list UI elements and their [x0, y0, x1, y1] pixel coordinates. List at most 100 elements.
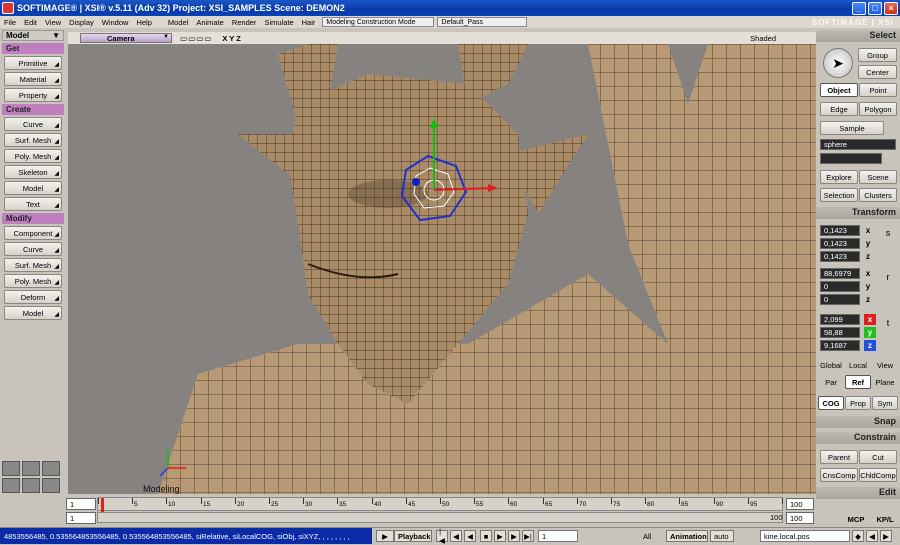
center-button[interactable]: Center	[858, 65, 897, 79]
prev-frame-icon[interactable]: ◀	[450, 530, 462, 542]
plane-button[interactable]: Plane	[872, 375, 898, 389]
next-key-icon[interactable]: ▶	[880, 530, 892, 542]
point-mode-button[interactable]: Point	[859, 83, 897, 97]
minimize-button[interactable]: _	[852, 1, 866, 15]
global-button[interactable]: Global	[818, 358, 844, 372]
play-icon[interactable]: ▶	[494, 530, 506, 542]
get-property-button[interactable]: Property ◢	[4, 88, 62, 102]
explore-button[interactable]: Explore	[820, 170, 858, 184]
timeline-track[interactable]	[97, 512, 783, 523]
menu-render[interactable]: Render	[228, 18, 261, 27]
select-arrow-icon[interactable]: ➤	[823, 48, 853, 78]
cut-button[interactable]: Cut	[859, 450, 897, 464]
create-surf-mesh-button[interactable]: Surf. Mesh ◢	[4, 133, 62, 147]
menu-window[interactable]: Window	[98, 18, 133, 27]
scale-x-field[interactable]: 0,1423	[820, 225, 860, 236]
modify-component-button[interactable]: Component ◢	[4, 226, 62, 240]
maximize-button[interactable]: □	[868, 1, 882, 15]
rotate-z-field[interactable]: 0	[820, 294, 860, 305]
rotate-x-field[interactable]: 88,6979	[820, 268, 860, 279]
polygon-mode-button[interactable]: Polygon	[859, 102, 897, 116]
all-label[interactable]: All	[640, 530, 664, 542]
display-mode-dropdown[interactable]: Shaded	[750, 34, 776, 43]
translate-z-field[interactable]: 9,1687	[820, 340, 860, 351]
construction-mode-dropdown[interactable]: Modeling Construction Mode	[322, 17, 435, 27]
next-frame-icon[interactable]: ▶	[508, 530, 520, 542]
section-modify[interactable]: Modify	[2, 213, 64, 224]
timeline-ruler[interactable]: 15101520253035404550556065707580859095	[97, 497, 783, 512]
modify-surf-mesh-button[interactable]: Surf. Mesh ◢	[4, 258, 62, 272]
selection-name-field[interactable]: sphere	[820, 139, 896, 150]
create-skeleton-button[interactable]: Skeleton ◢	[4, 165, 62, 179]
rotate-icon[interactable]: r	[882, 272, 894, 302]
modify-poly-mesh-button[interactable]: Poly. Mesh ◢	[4, 274, 62, 288]
filter-field[interactable]	[820, 153, 882, 164]
animation-button[interactable]: Animation	[666, 530, 708, 542]
view-toggles[interactable]: ▭▭▭▭	[180, 34, 212, 43]
translate-x-field[interactable]: 2,099	[820, 314, 860, 325]
ref-button[interactable]: Ref	[845, 375, 871, 389]
cnscomp-button[interactable]: CnsComp	[820, 468, 858, 482]
clusters-button[interactable]: Clusters	[859, 188, 897, 202]
stop-icon[interactable]: ■	[480, 530, 492, 542]
viewport-3d[interactable]: Modeling	[68, 44, 816, 494]
translate-x-toggle[interactable]: x	[864, 314, 876, 325]
camera-dropdown[interactable]: Camera	[80, 33, 172, 43]
create-text-button[interactable]: Text ◢	[4, 197, 62, 211]
menu-hair[interactable]: Hair	[298, 18, 320, 27]
create-curve-button[interactable]: Curve ◢	[4, 117, 62, 131]
first-frame-icon[interactable]: |◀	[436, 527, 448, 545]
timeline-end2-field[interactable]: 100	[786, 512, 814, 524]
parent-button[interactable]: Parent	[820, 450, 858, 464]
translate-z-toggle[interactable]: z	[864, 340, 876, 351]
play-back-icon[interactable]: ◀	[464, 530, 476, 542]
selection-button[interactable]: Selection	[820, 188, 858, 202]
keyable-param-field[interactable]: kine.local.pos	[760, 530, 850, 542]
scale-y-field[interactable]: 0,1423	[820, 238, 860, 249]
scene-button[interactable]: Scene	[859, 170, 897, 184]
key-icon[interactable]: ◆	[852, 530, 864, 542]
current-frame-marker[interactable]	[101, 498, 104, 512]
kpl-tab[interactable]: KP/L	[871, 512, 899, 526]
mcp-tab[interactable]: MCP	[842, 512, 870, 526]
get-material-button[interactable]: Material ◢	[4, 72, 62, 86]
sample-mode-button[interactable]: Sample	[820, 121, 884, 135]
chldcomp-button[interactable]: ChldComp	[859, 468, 897, 482]
select-section-header[interactable]: Select	[816, 30, 900, 42]
translate-y-toggle[interactable]: y	[864, 327, 876, 338]
menu-view[interactable]: View	[41, 18, 65, 27]
timeline-start-field[interactable]: 1	[66, 498, 96, 510]
menu-model[interactable]: Model	[164, 18, 192, 27]
view-button[interactable]: View	[872, 358, 898, 372]
transform-section-header[interactable]: Transform	[816, 207, 900, 219]
pass-dropdown[interactable]: Default_Pass	[437, 17, 528, 27]
autokey-button[interactable]: auto	[710, 530, 734, 542]
camera-icon[interactable]	[22, 478, 40, 493]
module-selector[interactable]: Model ▼	[2, 30, 64, 41]
render-icon[interactable]	[2, 478, 20, 493]
scale-y-label[interactable]: y	[862, 238, 874, 249]
menu-help[interactable]: Help	[132, 18, 155, 27]
scale-icon[interactable]: s	[882, 228, 894, 258]
prev-key-icon[interactable]: ◀	[866, 530, 878, 542]
modify-deform-button[interactable]: Deform ◢	[4, 290, 62, 304]
snap-section-header[interactable]: Snap	[816, 416, 900, 428]
rotate-y-label[interactable]: y	[862, 281, 874, 292]
get-primitive-button[interactable]: Primitive ◢	[4, 56, 62, 70]
translate-y-field[interactable]: 58,88	[820, 327, 860, 338]
rotate-z-label[interactable]: z	[862, 294, 874, 305]
menu-display[interactable]: Display	[65, 18, 98, 27]
grid-icon[interactable]	[42, 478, 60, 493]
last-frame-icon[interactable]: ▶|	[522, 530, 534, 542]
command-line[interactable]: 4853556485, 0.535564853556485, 0.5355648…	[0, 528, 372, 544]
edge-mode-button[interactable]: Edge	[820, 102, 858, 116]
scale-x-label[interactable]: x	[862, 225, 874, 236]
menu-edit[interactable]: Edit	[20, 18, 41, 27]
rotate-y-field[interactable]: 0	[820, 281, 860, 292]
sym-button[interactable]: Sym	[872, 396, 898, 410]
menu-file[interactable]: File	[0, 18, 20, 27]
group-button[interactable]: Group	[858, 48, 897, 62]
explorer-icon[interactable]	[42, 461, 60, 476]
create-poly-mesh-button[interactable]: Poly. Mesh ◢	[4, 149, 62, 163]
timeline-end-field[interactable]: 100	[786, 498, 814, 510]
